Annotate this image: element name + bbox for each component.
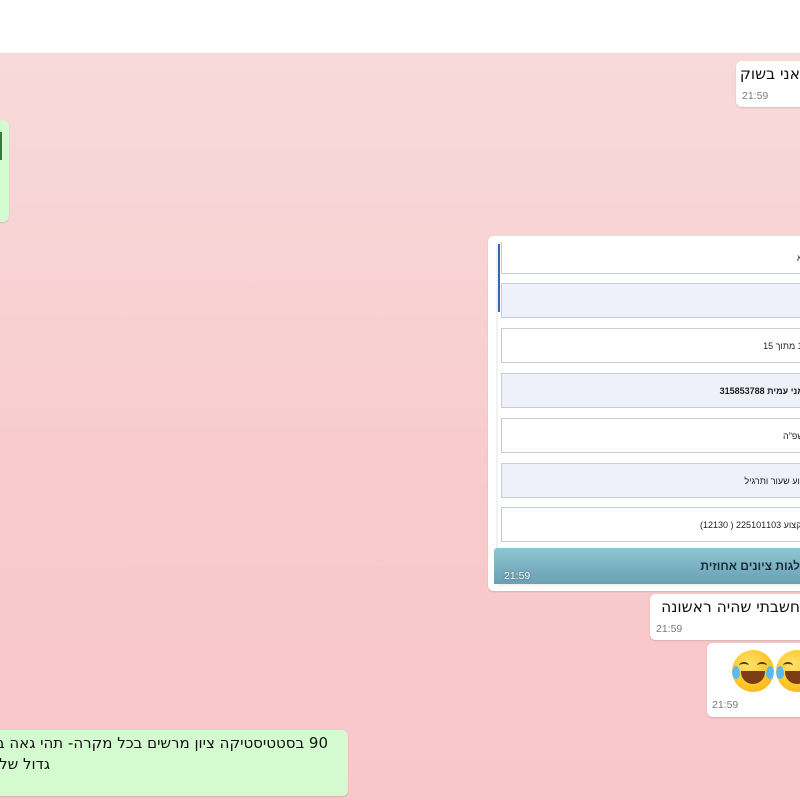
- message-bubble-emoji[interactable]: 21:59: [707, 643, 800, 717]
- message-bubble-shock[interactable]: אני בשוק 21:59: [736, 61, 800, 107]
- grade-row: קצוע שעור ותרגיל: [501, 463, 800, 498]
- message-text: חשבתי שהיה ראשונה: [661, 598, 800, 616]
- grades-button-label: לגות ציונים אחוזית: [700, 559, 800, 573]
- message-text-line1: 90 בסטטיסטיקה ציון מרשים בכל מקרה- תהי ג…: [0, 734, 328, 752]
- tears-of-joy-emoji-icon: [776, 650, 800, 692]
- grades-percent-button: לגות ציונים אחוזית: [494, 548, 800, 584]
- message-bubble-partial[interactable]: [0, 120, 9, 222]
- row-text: תשפ"ה: [783, 430, 800, 441]
- message-edge-mark: [0, 132, 2, 160]
- message-time: 21:59: [712, 699, 739, 711]
- tears-of-joy-emoji-icon: [732, 650, 774, 692]
- grade-row: ר 1 מתוך 15: [501, 328, 800, 363]
- grade-row: תשפ"ה: [501, 418, 800, 453]
- row-text: ר 1 מתוך 15: [763, 340, 800, 351]
- grade-row: אמני עמית 315853788: [501, 373, 800, 408]
- message-text: אני בשוק: [739, 65, 800, 83]
- grade-row: ר א: [501, 242, 800, 274]
- grades-screenshot[interactable]: ר א 2 ר 1 מתוך 15 אמני עמית 315853788 תש…: [496, 242, 800, 586]
- message-bubble-thought[interactable]: חשבתי שהיה ראשונה 21:59: [650, 594, 800, 640]
- message-time: 21:59: [742, 90, 769, 102]
- chat-area[interactable]: אני בשוק 21:59 ר א 2 ר 1 מתוך 15 אמני עמ…: [0, 53, 800, 800]
- row-text: קצוע שעור ותרגיל: [744, 475, 800, 486]
- row-text: /מקצוע 225101103 ( 12130): [700, 519, 800, 530]
- message-bubble-statistics[interactable]: 90 בסטטיסטיקה ציון מרשים בכל מקרה- תהי ג…: [0, 730, 348, 796]
- grade-row: /מקצוע 225101103 ( 12130): [501, 507, 800, 542]
- message-time: 21:59: [656, 623, 683, 635]
- selection-marker: [498, 244, 500, 312]
- grade-row: 2: [501, 283, 800, 318]
- row-text: אמני עמית 315853788: [719, 385, 800, 396]
- message-time: 21:59: [504, 570, 531, 582]
- message-text-line2: גדול של: [0, 755, 50, 773]
- image-message-grades[interactable]: ר א 2 ר 1 מתוך 15 אמני עמית 315853788 תש…: [488, 236, 800, 591]
- grades-screenshot-content: ר א 2 ר 1 מתוך 15 אמני עמית 315853788 תש…: [498, 242, 800, 584]
- chat-header-bar: [0, 0, 800, 53]
